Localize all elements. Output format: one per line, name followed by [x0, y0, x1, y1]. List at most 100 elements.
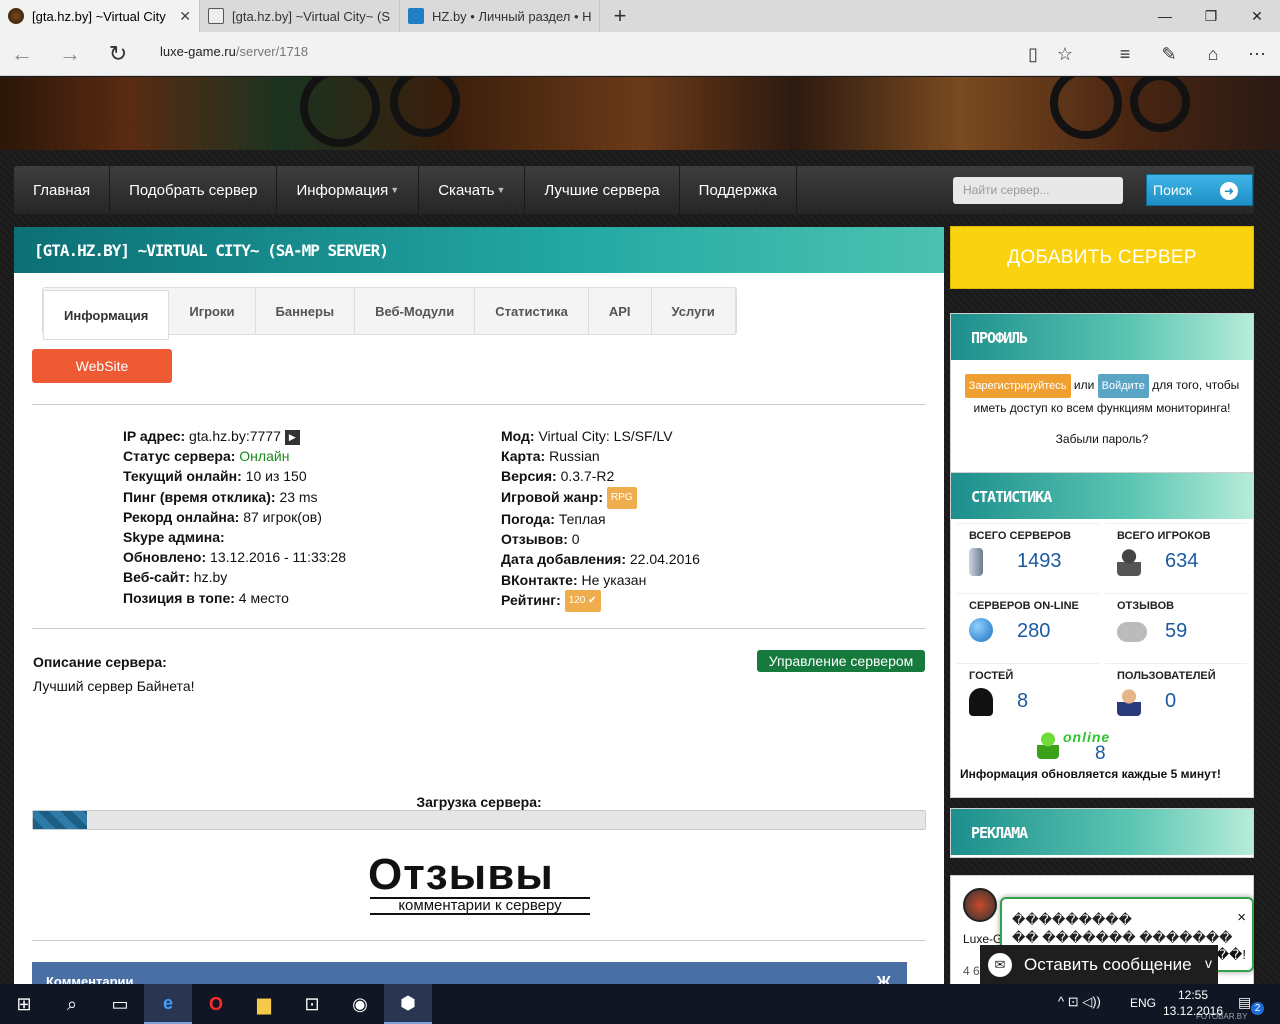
close-window-button[interactable]: ✕	[1234, 0, 1280, 32]
forgot-password-link[interactable]: Забыли пароль?	[951, 432, 1253, 446]
tab-services[interactable]: Услуги	[652, 288, 736, 334]
browser-tab[interactable]: [gta.hz.by] ~Virtual City ✕	[0, 0, 200, 32]
site-favicon-icon	[8, 8, 24, 24]
system-tray-icons[interactable]: ^ ⊡ ◁))	[1058, 994, 1101, 1010]
comments-header[interactable]: Комментарии Ж	[32, 962, 907, 984]
info-key: Skype админа:	[123, 529, 225, 546]
close-chat-icon[interactable]: ×	[1237, 909, 1246, 926]
server-search-input[interactable]: Найти сервер...	[953, 177, 1123, 204]
leave-message-label: Оставить сообщение	[1024, 955, 1192, 974]
stat-value: 59	[1165, 620, 1188, 642]
stat-value: 280	[1017, 620, 1051, 642]
manage-server-button[interactable]: Управление сервером	[757, 650, 925, 672]
info-row-map: Карта: Russian	[501, 446, 700, 466]
stat-value: 1493	[1017, 550, 1062, 572]
menu-item-support[interactable]: Поддержка	[680, 166, 797, 214]
windows-start-icon[interactable]: ⊞	[0, 984, 48, 1024]
search-button[interactable]: Поиск ➜	[1146, 174, 1253, 206]
info-key: IP адрес:	[123, 428, 186, 444]
forward-arrow-icon[interactable]: →	[56, 40, 84, 68]
action-center-icon[interactable]: ▤	[1238, 994, 1251, 1011]
stat-users: ПОЛЬЗОВАТЕЛЕЙ 0	[1105, 663, 1247, 723]
share-icon[interactable]: ⌂	[1200, 42, 1226, 66]
web-page: Главная Подобрать сервер Информация ▼ Ска…	[0, 77, 1280, 984]
menu-item-find-server[interactable]: Подобрать сервер	[110, 166, 278, 214]
profile-text-1: для того, чтобы	[1152, 378, 1240, 392]
info-key: Версия:	[501, 468, 557, 485]
refresh-icon[interactable]: ↻	[104, 40, 132, 68]
world-of-tanks-icon[interactable]: ⬢	[384, 984, 432, 1024]
minimize-button[interactable]: —	[1142, 0, 1188, 32]
server-info-left: IP адрес: gta.hz.by:7777 ▶ Статус сервер…	[123, 426, 346, 608]
info-row-vk: ВКонтакте: Не указан	[501, 570, 700, 590]
store-icon[interactable]: ⊡	[288, 984, 336, 1024]
edge-icon[interactable]: e	[144, 984, 192, 1024]
new-tab-button[interactable]: +	[600, 0, 640, 32]
browser-tab-strip: [gta.hz.by] ~Virtual City ✕ [gta.hz.by] …	[0, 0, 1280, 32]
ninja-icon	[969, 688, 993, 716]
menu-item-home[interactable]: Главная	[14, 166, 111, 214]
hub-icon[interactable]: ≡	[1112, 42, 1138, 66]
tab-statistics[interactable]: Статистика	[475, 288, 589, 334]
add-server-button[interactable]: ДОБАВИТЬ СЕРВЕР	[950, 226, 1254, 289]
task-view-icon[interactable]: ▭	[96, 984, 144, 1024]
genre-tag[interactable]: RPG	[606, 486, 637, 509]
info-row-ping: Пинг (время отклика): 23 ms	[123, 487, 346, 507]
back-arrow-icon[interactable]: ←	[8, 40, 36, 68]
info-key: Рекорд онлайна:	[123, 508, 240, 525]
chat-line: ���������	[1012, 912, 1132, 927]
opera-icon[interactable]: O	[192, 984, 240, 1024]
steam-icon[interactable]: ◉	[336, 984, 384, 1024]
maximize-button[interactable]: ❐	[1188, 0, 1234, 32]
menu-item-download[interactable]: Скачать ▼	[419, 166, 526, 214]
favorite-star-icon[interactable]: ☆	[1052, 42, 1078, 66]
info-value: 22.04.2016	[629, 551, 700, 568]
menu-item-best-servers[interactable]: Лучшие сервера	[525, 166, 680, 214]
tab-banners[interactable]: Баннеры	[256, 288, 356, 334]
info-row-online: Текущий онлайн: 10 из 150	[123, 466, 346, 486]
leave-message-bar[interactable]: ✉ Оставить сообщение v	[980, 945, 1218, 985]
info-row-ip: IP адрес: gta.hz.by:7777 ▶	[123, 426, 346, 446]
browser-tab[interactable]: [gta.hz.by] ~Virtual City~ (S	[200, 0, 400, 32]
stats-title: СТАТИСТИКА	[951, 473, 1253, 519]
clock[interactable]: 12:55 13.12.2016	[1162, 987, 1224, 1019]
more-icon[interactable]: ⋯	[1244, 42, 1270, 66]
language-indicator[interactable]: ENG	[1130, 996, 1156, 1010]
tab-info[interactable]: Информация	[43, 290, 170, 340]
tab-title: [gta.hz.by] ~Virtual City~ (S	[232, 8, 390, 24]
info-key: Позиция в топе:	[123, 589, 235, 606]
arrow-right-icon: ➜	[1220, 182, 1238, 200]
info-value[interactable]: hz.by	[194, 569, 227, 585]
stat-guests: ГОСТЕЙ 8	[957, 663, 1099, 723]
chat-icon: ✉	[988, 953, 1012, 977]
server-tower-icon	[969, 548, 983, 576]
browser-tab[interactable]: HZ.by • Личный раздел • Н	[400, 0, 600, 32]
info-value: gta.hz.by:7777	[189, 428, 281, 444]
close-tab-icon[interactable]: ✕	[179, 8, 191, 25]
rating-badge[interactable]: 120 ✔	[564, 590, 601, 613]
url-field[interactable]: luxe-game.ru/server/1718	[160, 44, 308, 59]
tab-api[interactable]: API	[589, 288, 652, 334]
divider	[32, 940, 926, 941]
description-label: Описание сервера:	[33, 654, 167, 670]
register-button[interactable]: Зарегистрируйтесь	[964, 374, 1071, 398]
tab-players[interactable]: Игроки	[169, 288, 256, 334]
info-row-skype: Skype админа:	[123, 527, 346, 547]
info-row-updated: Обновлено: 13.12.2016 - 11:33:28	[123, 547, 346, 567]
menu-item-info[interactable]: Информация ▼	[277, 166, 420, 214]
stat-label: СЕРВЕРОВ ON-LINE	[969, 600, 1079, 612]
search-icon[interactable]: ⌕	[48, 984, 96, 1024]
divider	[32, 404, 926, 405]
profile-text-2: иметь доступ ко всем функциям мониторинг…	[973, 401, 1231, 415]
file-explorer-icon[interactable]: ▆	[240, 984, 288, 1024]
web-note-icon[interactable]: ✎	[1156, 42, 1182, 66]
ad-name[interactable]: Luxe-G	[963, 932, 1002, 946]
reading-view-icon[interactable]: ▯	[1020, 42, 1046, 66]
website-button[interactable]: WebSite	[32, 349, 172, 383]
or-text: или	[1073, 378, 1095, 392]
play-icon[interactable]: ▶	[284, 429, 300, 445]
tab-web-modules[interactable]: Веб-Модули	[355, 288, 476, 334]
login-button[interactable]: Войдите	[1097, 374, 1149, 398]
info-key: Дата добавления:	[501, 551, 626, 568]
online-user-icon	[1037, 731, 1059, 759]
